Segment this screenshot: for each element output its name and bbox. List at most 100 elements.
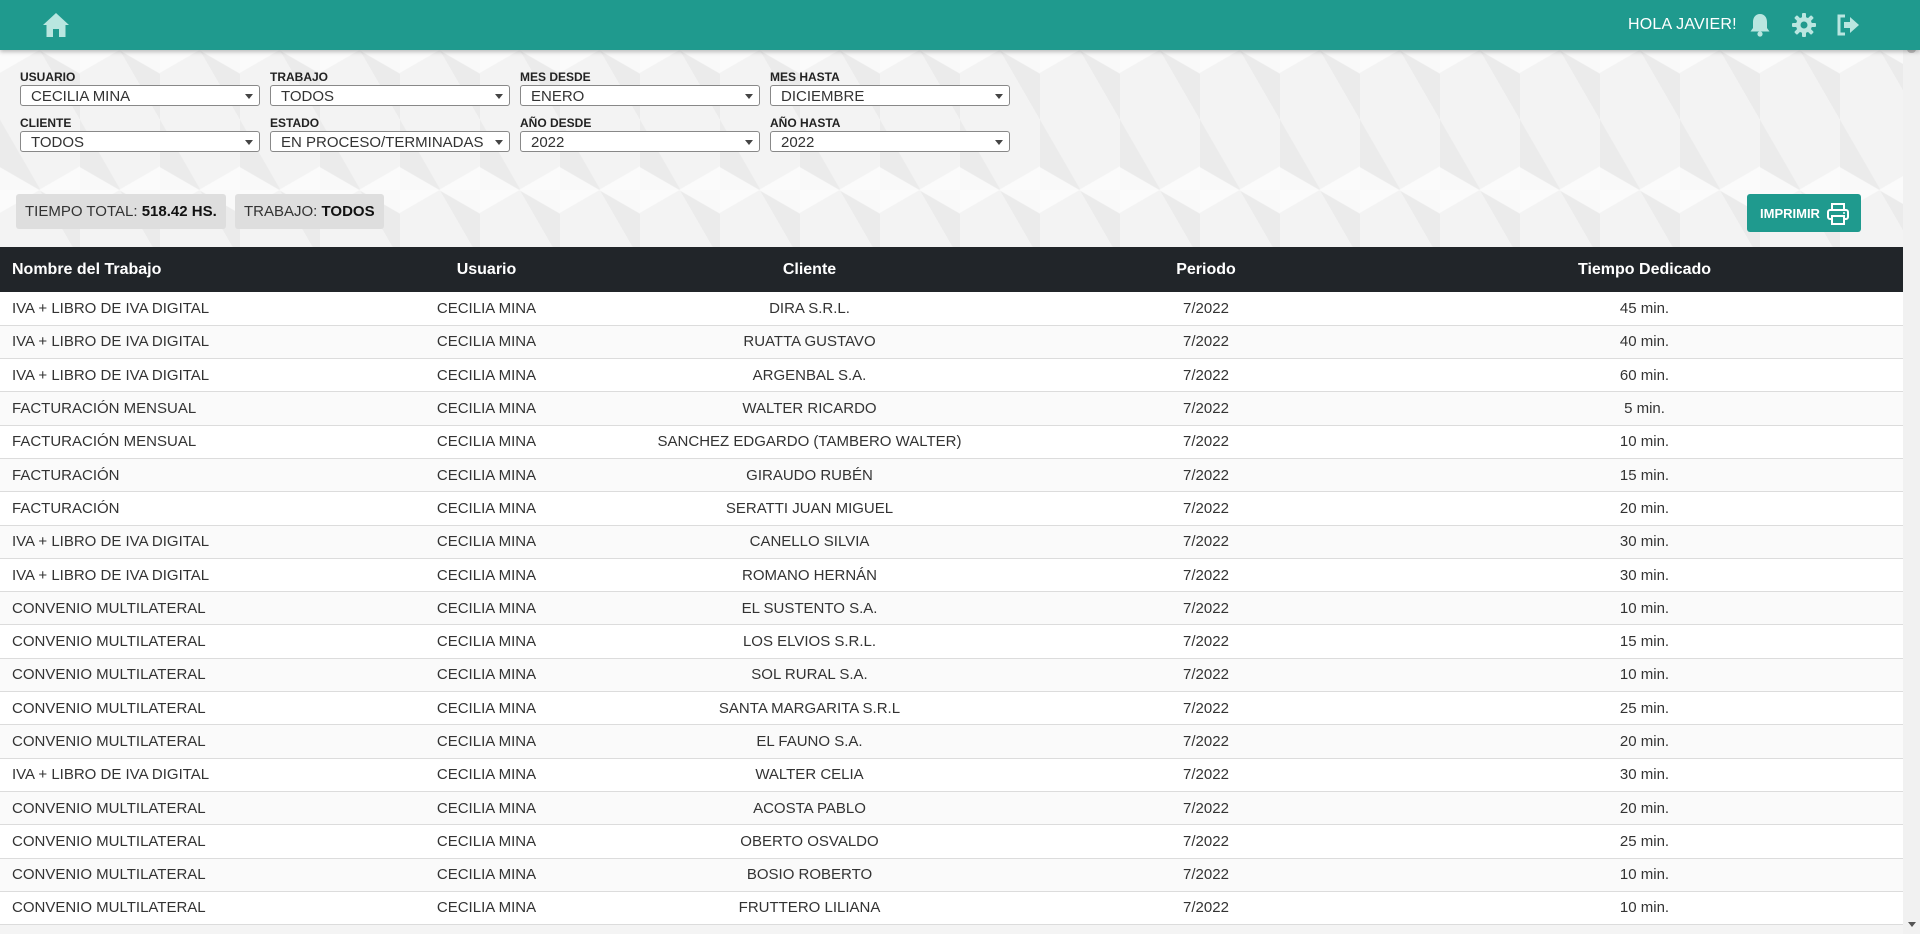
table-row[interactable]: CONVENIO MULTILATERAL CECILIA MINA BOSIO R… xyxy=(0,858,1903,892)
filter-mes-hasta-label: MES HASTA xyxy=(770,70,840,84)
cell-cliente: RUATTA GUSTAVO xyxy=(743,333,876,351)
cliente-select[interactable]: TODOS xyxy=(20,131,260,152)
table-row[interactable]: IVA + LIBRO DE IVA DIGITAL CECILIA MINA AR… xyxy=(0,358,1903,392)
table-row[interactable]: FACTURACIÓN MENSUAL CECILIA MINA SANCHEZ E… xyxy=(0,425,1903,459)
cell-usuario: CECILIA MINA xyxy=(436,799,537,817)
cell-nombre: CONVENIO MULTILATERAL xyxy=(12,666,206,684)
cell-cliente: ROMANO HERNÁN xyxy=(741,566,877,584)
cell-tiempo: 5 min. xyxy=(1624,400,1665,418)
cell-periodo: 7/2022 xyxy=(1183,832,1229,850)
cell-usuario: CECILIA MINA xyxy=(436,633,537,651)
bell-icon[interactable] xyxy=(1747,12,1773,38)
table-row[interactable]: CONVENIO MULTILATERAL CECILIA MINA ACOSTA … xyxy=(0,791,1903,825)
job-filter-label: TRABAJO: xyxy=(244,203,318,220)
table-row[interactable]: CONVENIO MULTILATERAL CECILIA MINA FRUTTER… xyxy=(0,891,1903,925)
cell-nombre: IVA + LIBRO DE IVA DIGITAL xyxy=(12,333,210,351)
col-header-cliente[interactable]: Cliente xyxy=(593,247,1026,292)
cell-cliente: ARGENBAL S.A. xyxy=(752,366,867,384)
table-row[interactable]: CONVENIO MULTILATERAL CECILIA MINA LOS ELV… xyxy=(0,624,1903,659)
cell-nombre: FACTURACIÓN xyxy=(12,466,120,484)
vertical-scrollbar[interactable] xyxy=(1903,0,1920,934)
cell-nombre: CONVENIO MULTILATERAL xyxy=(12,899,206,917)
cell-tiempo: 10 min. xyxy=(1619,599,1670,617)
col-header-usuario[interactable]: Usuario xyxy=(380,247,593,292)
cell-periodo: 7/2022 xyxy=(1183,633,1229,651)
cell-nombre: CONVENIO MULTILATERAL xyxy=(12,832,206,850)
gear-icon[interactable] xyxy=(1791,12,1817,38)
cell-tiempo: 15 min. xyxy=(1619,466,1670,484)
filter-mes-desde: MES DESDE ENERO xyxy=(520,70,760,106)
cell-periodo: 7/2022 xyxy=(1183,499,1229,517)
cell-periodo: 7/2022 xyxy=(1183,666,1229,684)
logout-icon[interactable] xyxy=(1835,12,1861,38)
chevron-down-icon xyxy=(495,140,503,145)
cell-periodo: 7/2022 xyxy=(1183,533,1229,551)
table-row[interactable]: FACTURACIÓN CECILIA MINA GIRAUDO RUBÉN 7/20… xyxy=(0,458,1903,492)
table-row[interactable]: IVA + LIBRO DE IVA DIGITAL CECILIA MINA CA… xyxy=(0,525,1903,559)
filter-usuario-label: USUARIO xyxy=(20,70,76,84)
table-row[interactable]: IVA + LIBRO DE IVA DIGITAL CECILIA MINA RO… xyxy=(0,558,1903,592)
estado-select[interactable]: EN PROCESO/TERMINADAS xyxy=(270,131,510,152)
table-row[interactable]: CONVENIO MULTILATERAL CECILIA MINA EL SUST… xyxy=(0,591,1903,625)
cell-usuario: CECILIA MINA xyxy=(436,866,537,884)
cell-tiempo: 25 min. xyxy=(1619,699,1670,717)
table-row[interactable]: FACTURACIÓN MENSUAL CECILIA MINA WALTER RI… xyxy=(0,391,1903,426)
cell-tiempo: 40 min. xyxy=(1619,333,1670,351)
cell-tiempo: 20 min. xyxy=(1619,733,1670,750)
table-row[interactable]: FACTURACIÓN CECILIA MINA SERATTI JUAN MIGU… xyxy=(0,491,1903,526)
cell-periodo: 7/2022 xyxy=(1183,433,1229,451)
filter-trabajo-label: TRABAJO xyxy=(270,70,329,84)
trabajo-select[interactable]: TODOS xyxy=(270,85,510,106)
filter-mes-hasta: MES HASTA DICIEMBRE xyxy=(770,70,1010,106)
cell-usuario: CECILIA MINA xyxy=(436,766,537,784)
table-row[interactable]: CONVENIO MULTILATERAL CECILIA MINA OBERTO … xyxy=(0,824,1903,859)
usuario-select[interactable]: CECILIA MINA xyxy=(20,85,260,106)
cell-periodo: 7/2022 xyxy=(1183,400,1229,418)
scroll-down-arrow-icon[interactable] xyxy=(1908,922,1916,927)
anio-hasta-select[interactable]: 2022 xyxy=(770,131,1010,152)
cell-tiempo: 10 min. xyxy=(1619,433,1670,451)
col-header-nombre[interactable]: Nombre del Trabajo xyxy=(0,247,380,292)
cell-nombre: CONVENIO MULTILATERAL xyxy=(12,633,206,651)
cell-nombre: IVA + LIBRO DE IVA DIGITAL xyxy=(12,566,210,584)
cell-nombre: CONVENIO MULTILATERAL xyxy=(12,699,206,717)
cell-tiempo: 60 min. xyxy=(1619,366,1670,384)
cell-tiempo: 20 min. xyxy=(1619,799,1670,817)
home-icon[interactable] xyxy=(41,11,71,39)
cell-cliente: DIRA S.R.L. xyxy=(769,299,850,317)
cell-usuario: CECILIA MINA xyxy=(436,733,537,750)
table-body: IVA + LIBRO DE IVA DIGITAL CECILIA MINA DI… xyxy=(0,292,1903,925)
total-time-badge: TIEMPO TOTAL: 518.42 HS. xyxy=(16,194,226,229)
work-time-table: Nombre del Trabajo Usuario Cliente Perio… xyxy=(0,247,1903,926)
mes-desde-select[interactable]: ENERO xyxy=(520,85,760,106)
cell-usuario: CECILIA MINA xyxy=(436,366,537,384)
job-filter-value: TODOS xyxy=(321,203,375,220)
col-header-periodo[interactable]: Periodo xyxy=(1026,247,1386,292)
table-row[interactable]: CONVENIO MULTILATERAL CECILIA MINA SANTA M… xyxy=(0,691,1903,725)
mes-hasta-select[interactable]: DICIEMBRE xyxy=(770,85,1010,106)
table-row[interactable]: CONVENIO MULTILATERAL CECILIA MINA SOL RUR… xyxy=(0,658,1903,692)
cell-tiempo: 30 min. xyxy=(1619,766,1670,784)
filter-anio-hasta: AÑO HASTA 2022 xyxy=(770,116,1010,152)
table-row[interactable]: IVA + LIBRO DE IVA DIGITAL CECILIA MINA WA… xyxy=(0,758,1903,792)
cell-nombre: IVA + LIBRO DE IVA DIGITAL xyxy=(12,366,210,384)
top-navbar: HOLA JAVIER! xyxy=(0,0,1920,50)
table-row[interactable]: IVA + LIBRO DE IVA DIGITAL CECILIA MINA RU… xyxy=(0,325,1903,359)
col-header-tiempo[interactable]: Tiempo Dedicado xyxy=(1386,247,1903,292)
cell-periodo: 7/2022 xyxy=(1183,299,1229,317)
cell-periodo: 7/2022 xyxy=(1183,899,1229,917)
cell-usuario: CECILIA MINA xyxy=(436,899,537,917)
total-time-value: 518.42 HS. xyxy=(141,203,217,220)
cell-nombre: FACTURACIÓN MENSUAL xyxy=(12,400,197,418)
table-row[interactable]: IVA + LIBRO DE IVA DIGITAL CECILIA MINA DI… xyxy=(0,292,1903,326)
cell-cliente: ACOSTA PABLO xyxy=(753,799,866,817)
cell-cliente: EL FAUNO S.A. xyxy=(756,733,863,750)
print-button[interactable]: IMPRIMIR xyxy=(1747,194,1861,232)
cell-cliente: SERATTI JUAN MIGUEL xyxy=(725,499,894,517)
cell-cliente: OBERTO OSVALDO xyxy=(740,832,879,850)
cell-tiempo: 10 min. xyxy=(1619,899,1670,917)
table-row[interactable]: CONVENIO MULTILATERAL CECILIA MINA EL FAUN… xyxy=(0,724,1903,759)
filter-cliente-label: CLIENTE xyxy=(20,116,72,130)
chevron-down-icon xyxy=(745,94,753,99)
anio-desde-select[interactable]: 2022 xyxy=(520,131,760,152)
